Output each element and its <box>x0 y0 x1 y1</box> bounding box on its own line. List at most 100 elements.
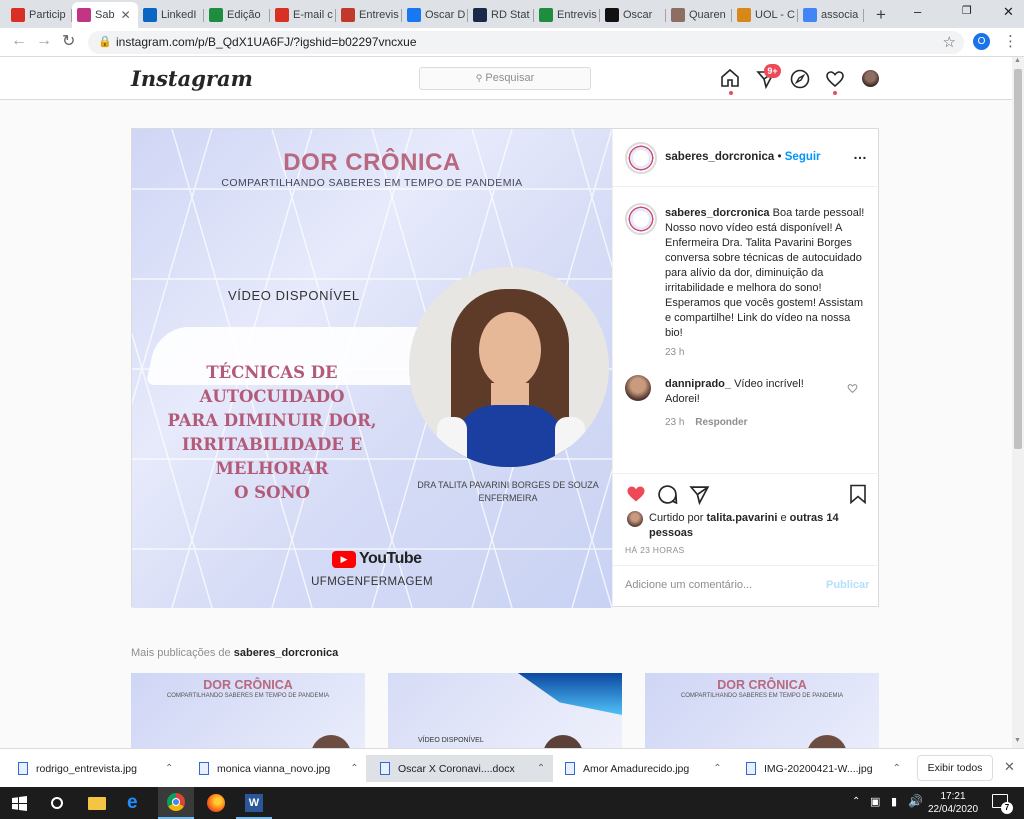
tab-12[interactable]: UOL - C <box>732 2 798 28</box>
chevron-up-icon[interactable]: ⌃ <box>713 763 721 774</box>
save-bookmark-icon[interactable] <box>849 484 867 504</box>
instagram-logo[interactable]: Instagram <box>131 66 253 91</box>
word-taskbar-button[interactable]: W <box>236 787 272 819</box>
tab-3[interactable]: LinkedI <box>138 2 204 28</box>
more-posts-user[interactable]: saberes_dorcronica <box>234 647 339 659</box>
new-tab-button[interactable]: + <box>864 2 891 28</box>
caption-avatar[interactable] <box>625 203 657 235</box>
clock-date: 22/04/2020 <box>928 804 979 815</box>
speaker-portrait <box>409 267 609 467</box>
address-bar[interactable]: 🔒 instagram.com/p/B_QdX1UA6FJ/?igshid=b0… <box>88 31 964 54</box>
comment-input[interactable]: Adicione um comentário... <box>625 579 752 591</box>
chevron-up-icon[interactable]: ⌃ <box>350 763 358 774</box>
download-item-2[interactable]: monica vianna_novo.jpg ⌃ <box>199 755 359 782</box>
close-tab-icon[interactable]: ✕ <box>121 8 131 22</box>
tab-8[interactable]: RD Stat <box>468 2 534 28</box>
image-title: DOR CRÔNICA <box>283 149 461 176</box>
tab-2[interactable]: Sab ✕ <box>72 2 138 28</box>
more-post-thumb-2[interactable]: VÍDEO DISPONÍVEL <box>388 673 622 748</box>
search-input[interactable]: ⚲ Pesquisar <box>419 67 591 90</box>
tray-expand-icon[interactable]: ⌃ <box>852 796 860 807</box>
browser-toolbar: ← → ↻ 🔒 instagram.com/p/B_QdX1UA6FJ/?igs… <box>0 28 1024 57</box>
post-image: DOR CRÔNICA COMPARTILHANDO SABERES EM TE… <box>132 129 612 608</box>
linkedin-icon <box>143 8 157 22</box>
windows-start-icon[interactable] <box>12 796 27 811</box>
back-icon[interactable]: ← <box>11 32 27 50</box>
tab-9[interactable]: Entrevis <box>534 2 600 28</box>
edge-browser-icon[interactable]: e <box>127 793 138 813</box>
forward-icon[interactable]: → <box>36 32 52 50</box>
scroll-down-icon[interactable]: ▼ <box>1014 737 1021 744</box>
close-window-icon[interactable]: ✕ <box>1003 4 1014 20</box>
more-posts-label: Mais publicações de saberes_dorcronica <box>131 647 338 659</box>
comment-icon[interactable] <box>657 484 678 505</box>
chrome-taskbar-button[interactable] <box>158 787 194 819</box>
gmail-icon <box>11 8 25 22</box>
liked-and: e <box>780 512 787 524</box>
search-placeholder: Pesquisar <box>485 72 535 84</box>
reload-icon[interactable]: ↻ <box>62 31 75 51</box>
scrollbar-thumb[interactable] <box>1014 69 1022 449</box>
publish-button[interactable]: Publicar <box>826 579 869 591</box>
battery-icon[interactable]: ▮ <box>891 795 897 808</box>
comment-username[interactable]: danniprado_ <box>665 378 731 390</box>
thumb-2-graphic <box>518 673 622 715</box>
instagram-header: Instagram ⚲ Pesquisar 9+ <box>0 57 1012 100</box>
profile-avatar[interactable]: O <box>973 33 990 50</box>
activity-heart-icon[interactable] <box>825 69 845 89</box>
chevron-up-icon[interactable]: ⌃ <box>537 763 545 774</box>
explore-compass-icon[interactable] <box>790 69 810 89</box>
firefox-icon[interactable] <box>207 794 225 812</box>
tab-4[interactable]: Edição <box>204 2 270 28</box>
author-avatar[interactable] <box>625 142 657 174</box>
download-item-4[interactable]: Amor Amadurecido.jpg ⌃ <box>565 755 722 782</box>
bookmark-star-icon[interactable]: ☆ <box>943 31 956 54</box>
download-item-5[interactable]: IMG-20200421-W....jpg ⌃ <box>746 755 901 782</box>
tab-10[interactable]: Oscar <box>600 2 666 28</box>
uol-icon <box>737 8 751 22</box>
more-options-icon[interactable]: … <box>853 146 868 162</box>
network-icon[interactable]: ▣ <box>870 795 880 808</box>
show-all-downloads-button[interactable]: Exibir todos <box>917 755 993 781</box>
tab-7[interactable]: Oscar D <box>402 2 468 28</box>
search-cortana-icon[interactable] <box>51 797 63 809</box>
volume-icon[interactable]: 🔊 <box>908 794 923 808</box>
follow-button[interactable]: Seguir <box>785 151 821 163</box>
user-avatar[interactable] <box>862 70 879 87</box>
speaker-name: DRA TALITA PAVARINI BORGES DE SOUZA <box>417 480 599 490</box>
tab-13[interactable]: associa <box>798 2 864 28</box>
maximize-icon[interactable]: ❐ <box>962 4 972 17</box>
post-sidebar: saberes_dorcronica • Seguir … saberes_do… <box>612 129 880 608</box>
share-icon[interactable] <box>689 484 710 505</box>
home-icon[interactable] <box>720 68 740 88</box>
tab-11[interactable]: Quaren <box>666 2 732 28</box>
tab-6[interactable]: Entrevis <box>336 2 402 28</box>
caption-username[interactable]: saberes_dorcronica <box>665 207 770 219</box>
chevron-up-icon[interactable]: ⌃ <box>893 763 901 774</box>
comment-like-icon[interactable] <box>847 383 858 394</box>
more-post-thumb-3[interactable]: DOR CRÔNICA COMPARTILHANDO SABERES EM TE… <box>645 673 879 748</box>
more-post-thumb-1[interactable]: DOR CRÔNICA COMPARTILHANDO SABERES EM TE… <box>131 673 365 748</box>
like-heart-icon[interactable] <box>625 484 647 504</box>
minimize-icon[interactable]: – <box>914 4 921 19</box>
taskbar-clock[interactable]: 17:21 22/04/2020 <box>928 790 978 816</box>
reply-button[interactable]: Responder <box>695 417 747 428</box>
plane-icon <box>341 8 355 22</box>
commenter-avatar[interactable] <box>625 375 651 401</box>
liker-avatar[interactable] <box>627 511 643 527</box>
file-explorer-icon[interactable] <box>88 797 106 810</box>
author-username[interactable]: saberes_dorcronica <box>665 151 774 163</box>
menu-dots-icon[interactable]: ⋮ <box>1003 32 1018 50</box>
tab-5[interactable]: E-mail c <box>270 2 336 28</box>
scroll-up-icon[interactable]: ▲ <box>1014 57 1021 64</box>
tab-label: Quaren <box>689 9 726 21</box>
comment-meta: 23 h Responder <box>665 417 747 428</box>
tab-1[interactable]: Particip <box>6 2 72 28</box>
thumb-1-portrait <box>311 735 351 748</box>
download-item-1[interactable]: rodrigo_entrevista.jpg ⌃ <box>18 755 173 782</box>
page-scrollbar[interactable]: ▲ ▼ <box>1012 57 1024 748</box>
download-item-3[interactable]: Oscar X Coronavi....docx ⌃ <box>366 755 554 782</box>
close-download-bar-icon[interactable]: ✕ <box>1004 759 1015 775</box>
chevron-up-icon[interactable]: ⌃ <box>165 763 173 774</box>
liked-user[interactable]: talita.pavarini <box>706 512 777 524</box>
